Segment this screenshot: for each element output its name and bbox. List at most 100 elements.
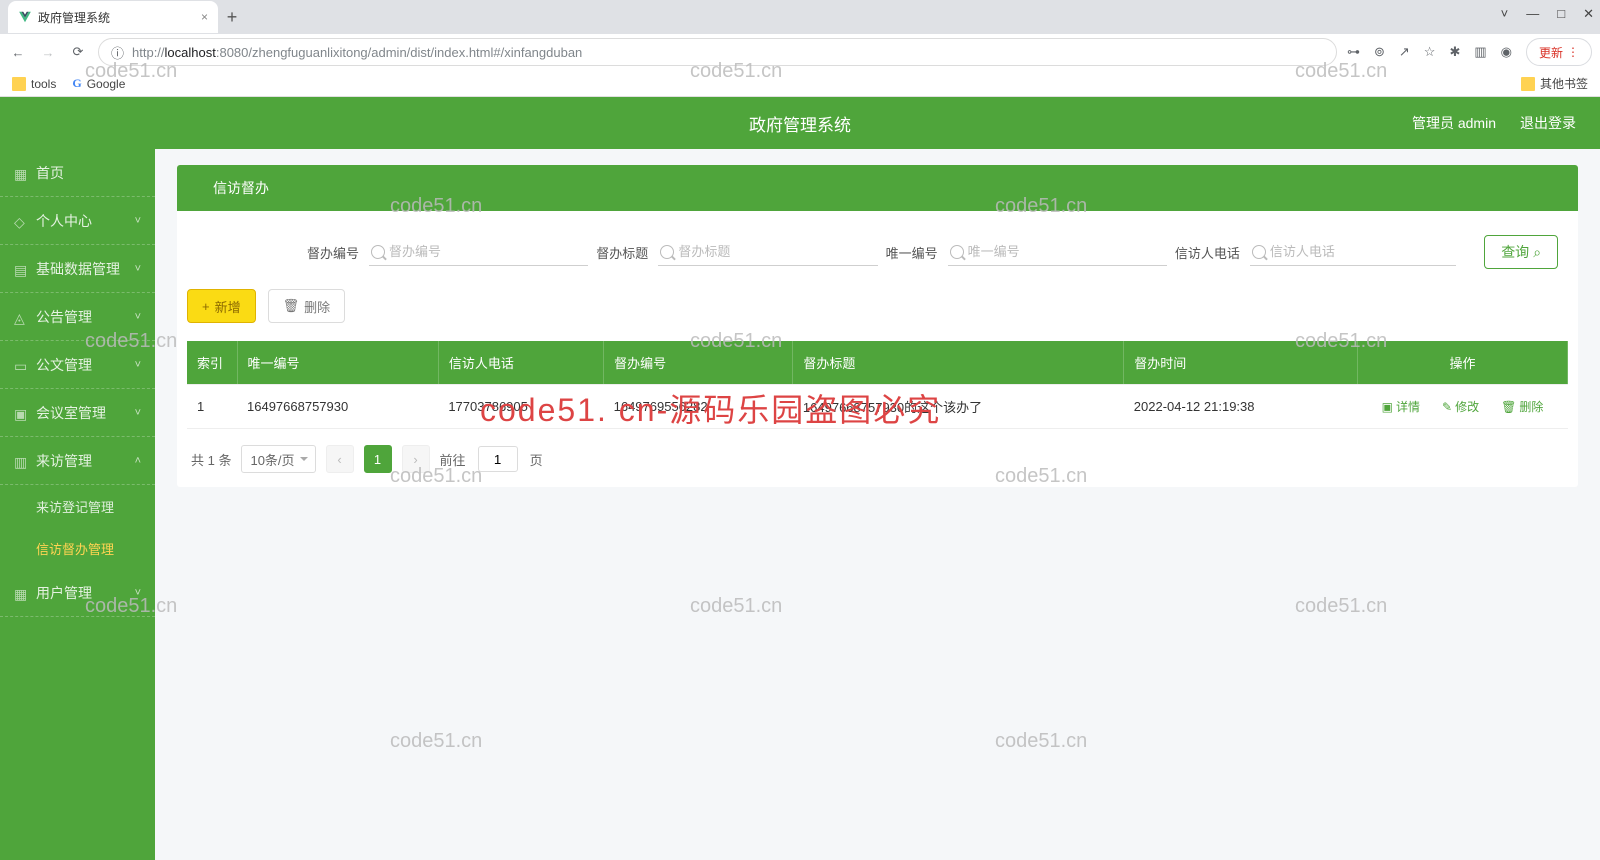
detail-icon: ▣ xyxy=(1382,400,1393,414)
bookmark-google[interactable]: GGoogle xyxy=(72,76,125,91)
app-body: ▦首页 ◇个人中心˅ ▤基础数据管理˅ ◬公告管理˅ ▭公文管理˅ ▣会议室管理… xyxy=(0,149,1600,860)
window-controls: ˅ — □ ✕ xyxy=(1501,6,1594,22)
label-uid: 唯一编号 xyxy=(886,243,938,262)
app-user: 管理员 admin 退出登录 xyxy=(1412,113,1576,133)
pager: 共 1 条 10条/页 ‹ 1 › 前往 页 xyxy=(187,429,1568,473)
url-bar[interactable]: ⓘ http://localhost:8080/zhengfuguanlixit… xyxy=(98,38,1337,66)
chevron-down-icon: ˅ xyxy=(135,215,141,227)
panel: 信访督办 督办编号 督办标题 唯一编号 xyxy=(177,165,1578,487)
forward-icon[interactable]: → xyxy=(38,42,58,62)
input-uid[interactable] xyxy=(948,238,1167,266)
th-no: 督办编号 xyxy=(604,341,793,385)
chevron-down-icon: ˅ xyxy=(135,359,141,371)
op-delete-button[interactable]: 🗑删除 xyxy=(1501,398,1543,415)
input-title[interactable] xyxy=(658,238,877,266)
search-row: 督办编号 督办标题 唯一编号 信访人电话 xyxy=(187,229,1568,289)
users-icon: ▦ xyxy=(14,586,28,600)
cell-index: 1 xyxy=(187,385,237,429)
user-label[interactable]: 管理员 admin xyxy=(1412,113,1496,133)
window-maximize-icon[interactable]: □ xyxy=(1557,6,1565,22)
sidebar: ▦首页 ◇个人中心˅ ▤基础数据管理˅ ◬公告管理˅ ▭公文管理˅ ▣会议室管理… xyxy=(0,149,155,860)
google-icon: G xyxy=(72,76,81,91)
panel-header: 信访督办 xyxy=(177,165,1578,211)
pager-size-select[interactable]: 10条/页 xyxy=(241,445,315,473)
extensions-icon[interactable]: ✱ xyxy=(1449,44,1460,60)
input-phone[interactable] xyxy=(1250,238,1456,266)
visit-icon: ▥ xyxy=(14,454,28,468)
data-table: 索引 唯一编号 信访人电话 督办编号 督办标题 督办时间 操作 xyxy=(187,341,1568,429)
panel-icon[interactable]: ▥ xyxy=(1474,44,1486,60)
update-button[interactable]: 更新⋮ xyxy=(1526,38,1592,66)
sidebar-item-announce[interactable]: ◬公告管理˅ xyxy=(0,293,155,341)
add-button[interactable]: +新增 xyxy=(187,289,256,323)
pager-goto-label: 前往 xyxy=(440,450,466,469)
pager-goto-suffix: 页 xyxy=(530,450,543,469)
sidebar-sub-visit-register[interactable]: 来访登记管理 xyxy=(0,485,155,527)
reload-icon[interactable]: ⟳ xyxy=(68,42,88,62)
th-index: 索引 xyxy=(187,341,237,385)
browser-tab[interactable]: 政府管理系统 × xyxy=(8,1,218,33)
cell-phone: 17703786905 xyxy=(438,385,603,429)
window-dropdown-icon[interactable]: ˅ xyxy=(1501,6,1509,22)
delete-button[interactable]: 🗑删除 xyxy=(268,289,346,323)
chevron-down-icon: ˅ xyxy=(135,263,141,275)
search-field-title: 督办标题 xyxy=(596,238,877,266)
pager-next-button[interactable]: › xyxy=(402,445,430,473)
app-root: 政府管理系统 管理员 admin 退出登录 ▦首页 ◇个人中心˅ ▤基础数据管理… xyxy=(0,97,1600,860)
panel-body: 督办编号 督办标题 唯一编号 信访人电话 xyxy=(177,211,1578,473)
window-minimize-icon[interactable]: — xyxy=(1526,6,1539,22)
search-field-uid: 唯一编号 xyxy=(886,238,1167,266)
trash-icon: 🗑 xyxy=(283,298,300,314)
cell-title: 16497668757930的这个该办了 xyxy=(793,385,1124,429)
search-field-phone: 信访人电话 xyxy=(1175,238,1456,266)
logout-button[interactable]: 退出登录 xyxy=(1520,113,1576,133)
search-icon[interactable]: ⊚ xyxy=(1374,44,1385,60)
pager-goto-input[interactable] xyxy=(478,446,518,472)
bookmarks-row: tools GGoogle 其他书签 xyxy=(0,70,1600,97)
sidebar-sub-petition[interactable]: 信访督办管理 xyxy=(0,527,155,569)
tab-close-icon[interactable]: × xyxy=(201,10,208,24)
bookmark-tools[interactable]: tools xyxy=(12,77,56,91)
star-icon[interactable]: ☆ xyxy=(1424,44,1436,60)
th-time: 督办时间 xyxy=(1124,341,1358,385)
chevron-down-icon: ˅ xyxy=(135,311,141,323)
sidebar-item-visit[interactable]: ▥来访管理˄ xyxy=(0,437,155,485)
cell-op: ▣详情 ✎修改 🗑删除 xyxy=(1358,385,1568,429)
folder-icon xyxy=(1521,77,1535,91)
search-icon: ⌕ xyxy=(1533,244,1541,261)
app-title: 政府管理系统 xyxy=(749,111,851,136)
input-no[interactable] xyxy=(369,238,588,266)
label-title: 督办标题 xyxy=(596,243,648,262)
pager-prev-button[interactable]: ‹ xyxy=(326,445,354,473)
data-icon: ▤ xyxy=(14,262,28,276)
pager-page-1[interactable]: 1 xyxy=(364,445,392,473)
cell-time: 2022-04-12 21:19:38 xyxy=(1124,385,1358,429)
op-edit-button[interactable]: ✎修改 xyxy=(1442,398,1479,415)
bookmark-other[interactable]: 其他书签 xyxy=(1521,75,1588,92)
cell-no: 1649769556282 xyxy=(604,385,793,429)
th-uid: 唯一编号 xyxy=(237,341,438,385)
profile-icon[interactable]: ◉ xyxy=(1501,44,1512,60)
back-icon[interactable]: ← xyxy=(8,42,28,62)
sidebar-item-home[interactable]: ▦首页 xyxy=(0,149,155,197)
sidebar-item-user[interactable]: ▦用户管理˅ xyxy=(0,569,155,617)
sidebar-item-meeting[interactable]: ▣会议室管理˅ xyxy=(0,389,155,437)
op-detail-button[interactable]: ▣详情 xyxy=(1382,398,1420,415)
meeting-icon: ▣ xyxy=(14,406,28,420)
new-tab-button[interactable]: + xyxy=(218,7,246,28)
sidebar-item-profile[interactable]: ◇个人中心˅ xyxy=(0,197,155,245)
window-close-icon[interactable]: ✕ xyxy=(1583,6,1594,22)
plus-icon: + xyxy=(202,299,210,314)
pager-total: 共 1 条 xyxy=(191,450,231,469)
sidebar-item-basedata[interactable]: ▤基础数据管理˅ xyxy=(0,245,155,293)
home-icon: ▦ xyxy=(14,166,28,180)
vue-icon xyxy=(18,10,32,24)
chevron-down-icon: ˅ xyxy=(135,407,141,419)
search-field-no: 督办编号 xyxy=(307,238,588,266)
label-phone: 信访人电话 xyxy=(1175,243,1240,262)
key-icon[interactable]: ⊶ xyxy=(1347,44,1360,60)
chevron-down-icon: ˅ xyxy=(135,587,141,599)
query-button[interactable]: 查询⌕ xyxy=(1484,235,1558,269)
share-icon[interactable]: ↗ xyxy=(1399,44,1410,60)
sidebar-item-document[interactable]: ▭公文管理˅ xyxy=(0,341,155,389)
